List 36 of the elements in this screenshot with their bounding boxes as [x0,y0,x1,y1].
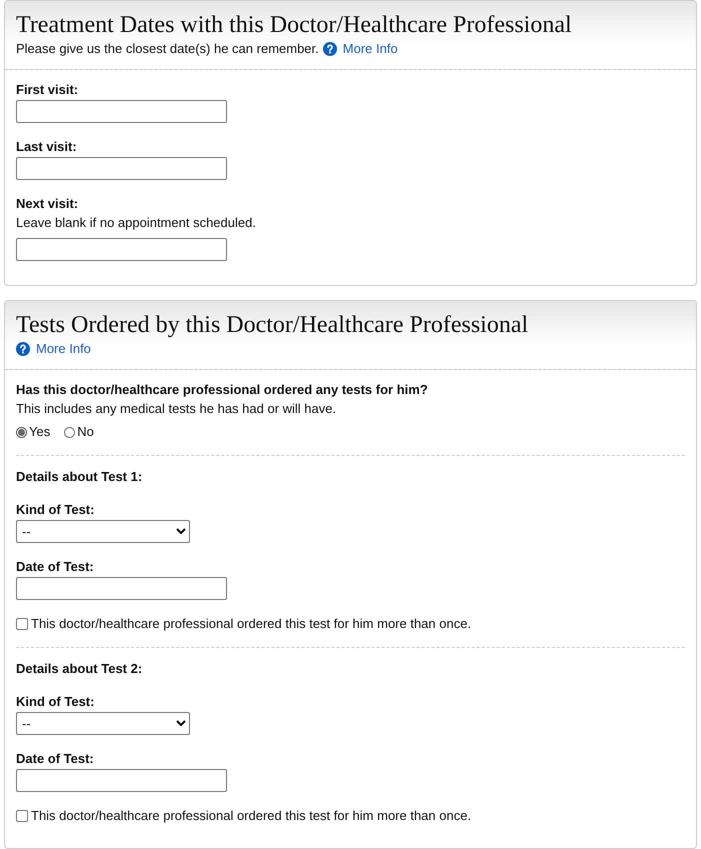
question-hint: This includes any medical tests he has had or will have. [16,400,338,418]
field-hint: Leave blank if no appointment scheduled. [16,214,257,232]
section-title: Tests Ordered by this Doctor/Healthcare Professional [16,311,530,339]
date-input[interactable] [16,100,227,123]
more-info-link[interactable]: More Info [36,340,91,358]
date-input[interactable] [16,577,227,600]
date-input[interactable] [16,157,227,180]
field-label: Last visit: [16,139,78,155]
test-kind-dropdown[interactable]: -- [16,712,190,735]
checkbox-label: This doctor/healthcare professional ordered this test for him more than once. [31,808,472,824]
date-input[interactable] [16,238,227,261]
radio-button[interactable] [16,426,27,438]
radio-label: No [77,424,94,440]
radio-label: Yes [29,424,50,440]
field-label: Kind of Test: [16,502,96,518]
test-kind-dropdown[interactable]: -- [16,520,190,543]
test-heading: Details about Test 1: [16,469,144,485]
more-info-link[interactable]: More Info [342,40,398,58]
checkbox[interactable] [16,810,28,822]
help-icon[interactable] [322,42,337,56]
section-title: Treatment Dates with this Doctor/Healthcare Professional [16,11,573,39]
chevron-icon [176,528,186,535]
field-label: Kind of Test: [16,694,96,710]
test-heading: Details about Test 2: [16,661,144,677]
chevron-icon [176,720,186,727]
field-label: Next visit: [16,196,80,212]
help-icon[interactable] [16,342,30,356]
field-label: First visit: [16,82,80,98]
field-label: Date of Test: [16,559,95,575]
question-label: Has this doctor/healthcare professional ordered any tests for him? [16,382,429,398]
instruction-text: Please give us the closest date(s) he can remember. [16,40,319,58]
date-input[interactable] [16,769,227,792]
checkbox[interactable] [16,618,28,630]
checkbox-label: This doctor/healthcare professional ordered this test for him more than once. [31,616,472,632]
radio-button[interactable] [64,426,76,438]
field-label: Date of Test: [16,751,95,767]
